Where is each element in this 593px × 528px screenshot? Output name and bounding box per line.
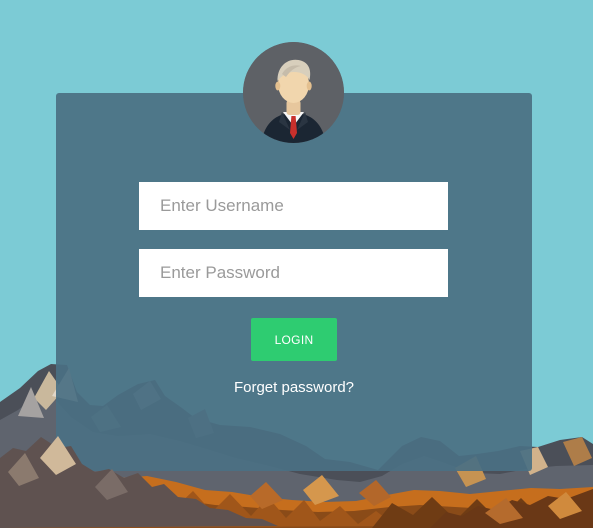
- login-button[interactable]: LOGIN: [251, 318, 337, 361]
- username-input[interactable]: [139, 182, 448, 230]
- password-input[interactable]: [139, 249, 448, 297]
- avatar: [243, 42, 344, 143]
- businessman-avatar-icon: [243, 42, 344, 143]
- forgot-password-link[interactable]: Forget password?: [196, 379, 392, 396]
- login-scene: LOGIN Forget password?: [0, 0, 593, 528]
